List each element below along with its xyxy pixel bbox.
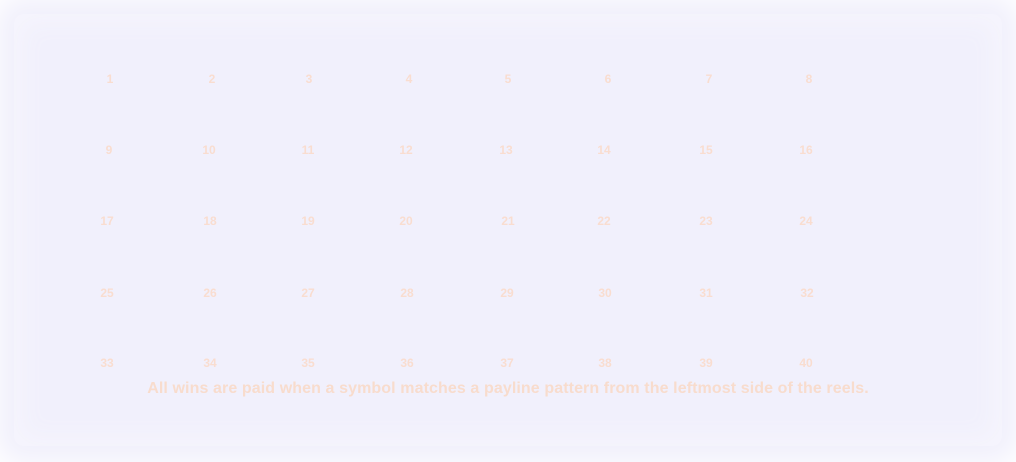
payline-number: 31 — [699, 286, 713, 300]
payline-number: 11 — [301, 143, 315, 157]
payline-number: 22 — [597, 214, 611, 228]
payline-number: 28 — [400, 286, 414, 300]
payline-number: 33 — [100, 356, 114, 370]
payline-number: 17 — [100, 214, 114, 228]
payline-number: 4 — [405, 72, 413, 86]
payline-number: 15 — [699, 143, 713, 157]
payline-number: 30 — [598, 286, 612, 300]
payline-number: 27 — [301, 286, 315, 300]
payline-number: 7 — [705, 72, 713, 86]
payline-number: 24 — [799, 214, 813, 228]
payline-rule-text: All wins are paid when a symbol matches … — [147, 380, 869, 397]
payline-number: 37 — [500, 356, 514, 370]
payline-number: 38 — [598, 356, 612, 370]
payline-number: 21 — [501, 214, 515, 228]
payline-number: 13 — [499, 143, 513, 157]
payline-number: 19 — [301, 214, 315, 228]
payline-number: 12 — [399, 143, 413, 157]
payline-number: 20 — [399, 214, 413, 228]
payline-number: 39 — [699, 356, 713, 370]
payline-number: 6 — [604, 72, 612, 86]
payline-number: 2 — [208, 72, 216, 86]
payline-number: 40 — [799, 356, 813, 370]
payline-number: 34 — [203, 356, 217, 370]
paytable-page: 1 2 3 4 5 6 7 8 9 10 11 12 13 14 15 16 1… — [0, 0, 1016, 462]
payline-number: 8 — [805, 72, 813, 86]
payline-number: 1 — [106, 72, 114, 86]
payline-number: 5 — [504, 72, 512, 86]
payline-number: 16 — [799, 143, 813, 157]
payline-number: 10 — [202, 143, 216, 157]
payline-number: 14 — [597, 143, 611, 157]
payline-number: 3 — [305, 72, 313, 86]
payline-number: 23 — [699, 214, 713, 228]
payline-number: 35 — [301, 356, 315, 370]
payline-number: 25 — [100, 286, 114, 300]
payline-number: 32 — [800, 286, 814, 300]
payline-number: 26 — [203, 286, 217, 300]
payline-number: 29 — [500, 286, 514, 300]
payline-number: 36 — [400, 356, 414, 370]
payline-number: 18 — [203, 214, 217, 228]
payline-number: 9 — [105, 143, 113, 157]
